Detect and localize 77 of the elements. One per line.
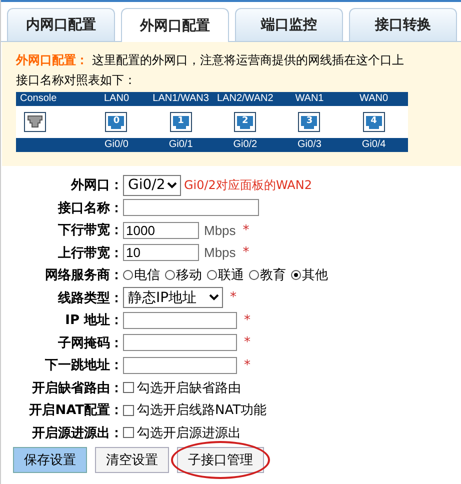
input-field[interactable]: 10 — [123, 244, 199, 262]
checkbox[interactable] — [123, 427, 134, 438]
checkbox-label: 勾选开启线路NAT功能 — [137, 402, 267, 420]
checkbox-label: 勾选开启缺省路由 — [137, 380, 241, 397]
input-field[interactable]: 1000 — [123, 222, 199, 239]
port-label: WAN1 — [295, 92, 324, 106]
radio-label: 其他 — [302, 267, 328, 284]
dropdown[interactable]: 静态IP地址 — [123, 287, 223, 308]
radio-button[interactable] — [123, 270, 133, 280]
required-mark: * — [242, 222, 250, 238]
port-number: 1 — [178, 116, 184, 126]
port-number: 4 — [370, 116, 377, 126]
required-mark: * — [244, 312, 250, 328]
field-label: 网络服务商： — [44, 266, 123, 284]
interface-label: Gi0/4 — [362, 138, 386, 152]
input-field[interactable] — [123, 334, 237, 352]
hint-text: Gi0/2对应面板的WAN2 — [184, 176, 312, 194]
checkbox[interactable] — [123, 382, 134, 394]
field-label: 下行带宽： — [57, 222, 123, 240]
input-field[interactable] — [123, 356, 237, 374]
port-number: 0 — [113, 116, 120, 126]
input-field[interactable] — [123, 312, 237, 329]
required-mark: * — [244, 358, 250, 373]
field-label: 开启缺省路由： — [31, 380, 123, 397]
field-label: IP 地址： — [64, 312, 123, 330]
radio-label: 移动 — [176, 267, 202, 284]
input-field[interactable] — [123, 199, 259, 216]
field-label: 开启NAT配置： — [28, 402, 123, 420]
interface-label: Gi0/2 — [233, 138, 258, 152]
radio-button[interactable] — [291, 270, 301, 280]
required-mark: * — [242, 245, 250, 260]
tab[interactable]: 端口监控 — [235, 8, 343, 41]
tab[interactable]: 内网口配置 — [7, 8, 115, 41]
form-button[interactable]: 保存设置 — [13, 447, 87, 473]
field-label: 子网掩码： — [57, 334, 123, 352]
interface-label: Gi0/0 — [104, 138, 128, 152]
unit-label: Mbps — [204, 245, 236, 260]
required-mark: * — [244, 335, 250, 350]
checkbox[interactable] — [123, 404, 134, 416]
port-label: WAN0 — [360, 92, 388, 106]
radio-button[interactable] — [207, 270, 217, 280]
ethernet-port-icon — [362, 112, 385, 132]
unit-label: Mbps — [204, 222, 236, 238]
checkbox-label: 勾选开启源进源出 — [137, 424, 241, 442]
radio-label: 联通 — [218, 267, 244, 284]
port-label: LAN2/WAN2 — [216, 92, 274, 106]
port-label: LAN1/WAN3 — [152, 92, 209, 106]
form-button[interactable]: 清空设置 — [95, 447, 169, 473]
ethernet-port-icon — [298, 112, 320, 132]
field-label: 上行带宽： — [57, 244, 123, 262]
ethernet-port-icon — [170, 112, 192, 132]
field-label: 外网口： — [70, 177, 123, 194]
port-label: Console — [20, 92, 57, 106]
radio-label: 教育 — [260, 266, 286, 284]
radio-label: 电信 — [134, 267, 160, 284]
radio-button[interactable] — [165, 270, 175, 280]
dropdown[interactable]: Gi0/2 — [123, 174, 181, 196]
table-caption: 接口名称对照表如下： — [16, 72, 136, 89]
form-button[interactable]: 子接口管理 — [177, 447, 264, 473]
field-label: 开启源进源出： — [31, 424, 123, 442]
ethernet-port-icon — [234, 112, 256, 132]
tab[interactable]: 接口转换 — [349, 8, 457, 41]
interface-label: Gi0/1 — [168, 138, 193, 152]
field-label: 下一跳地址： — [44, 357, 123, 374]
field-label: 接口名称： — [56, 200, 123, 217]
port-number: 2 — [242, 116, 248, 126]
port-label: LAN0 — [104, 92, 129, 106]
tab[interactable]: 外网口配置 — [121, 8, 229, 42]
field-label: 线路类型： — [56, 290, 123, 307]
port-number: 3 — [306, 116, 313, 126]
interface-label: Gi0/3 — [298, 138, 322, 152]
ethernet-port-icon — [105, 112, 128, 132]
notice-title: 外网口配置： — [16, 52, 88, 69]
radio-button[interactable] — [249, 270, 259, 280]
required-mark: * — [230, 290, 236, 306]
console-port-icon — [24, 112, 46, 132]
notice-text: 这里配置的外网口，注意将运营商提供的网线插在这个口上 — [92, 52, 404, 69]
